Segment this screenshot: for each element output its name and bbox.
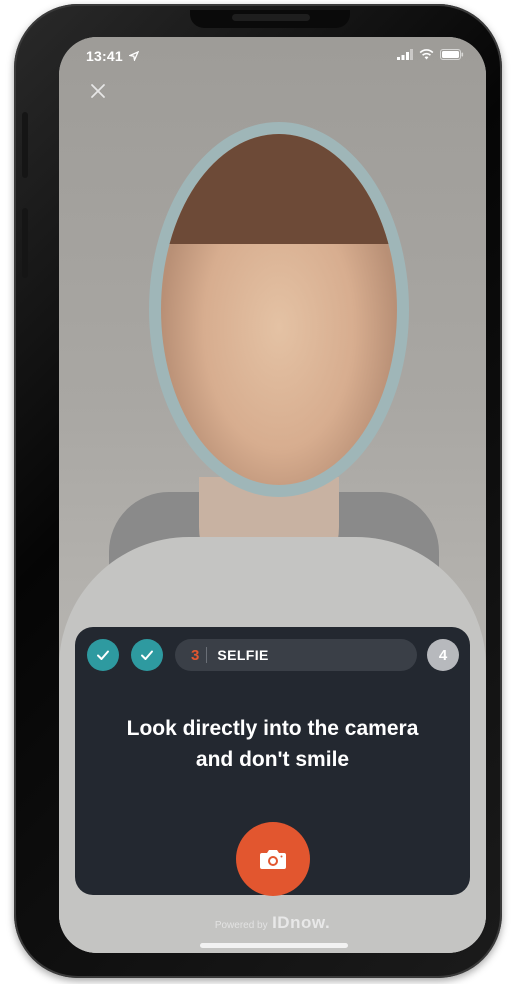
face-guide-oval: [149, 122, 409, 497]
location-arrow-icon: [127, 50, 140, 63]
home-indicator[interactable]: [200, 943, 348, 948]
powered-by-text: Powered by: [214, 920, 268, 931]
mute-switch: [22, 112, 28, 178]
close-icon: [91, 84, 105, 98]
battery-icon: [440, 49, 464, 60]
camera-feed-hair: [161, 134, 397, 244]
next-step-number: 4: [427, 639, 459, 671]
current-step-label: SELFIE: [217, 647, 269, 663]
instruction-line-1: Look directly into the camera: [126, 717, 419, 740]
status-bar-icons: [397, 49, 464, 60]
step-divider: [206, 647, 208, 663]
camera-icon: [260, 850, 286, 869]
speaker-grille: [232, 14, 310, 21]
instruction-line-2: and don't smile: [195, 748, 350, 771]
current-step-number: 3: [191, 646, 200, 664]
checkmark-icon: [141, 650, 153, 660]
wifi-icon: [419, 49, 434, 60]
step-1-completed: [87, 639, 119, 671]
status-bar-time: 13:41: [86, 48, 140, 64]
screen: 13:41 3 SELFIE 4 Look directly into the …: [59, 37, 486, 953]
instruction-panel: 3 SELFIE 4 Look directly into the camera…: [75, 627, 470, 896]
checkmark-icon: [97, 650, 109, 660]
volume-button: [22, 208, 28, 278]
close-button[interactable]: [87, 80, 109, 102]
instruction-text: Look directly into the camera and don't …: [81, 713, 464, 775]
step-2-completed: [131, 639, 163, 671]
cellular-signal-icon: [397, 49, 413, 60]
powered-by: Powered by IDnow.: [59, 913, 486, 933]
time-text: 13:41: [86, 48, 123, 64]
capture-photo-button[interactable]: [236, 822, 310, 896]
idnow-logo: IDnow.: [272, 913, 331, 932]
current-step-pill: 3 SELFIE: [175, 639, 417, 671]
